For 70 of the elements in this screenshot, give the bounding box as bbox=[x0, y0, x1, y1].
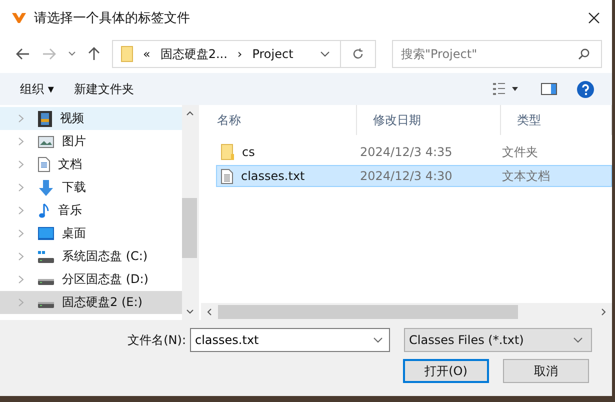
expand-chevron-icon[interactable] bbox=[18, 160, 24, 169]
refresh-icon[interactable] bbox=[352, 48, 364, 60]
file-type: 文件夹 bbox=[502, 144, 539, 160]
text-file-icon bbox=[221, 168, 233, 184]
preview-pane-icon[interactable] bbox=[541, 83, 557, 95]
help-icon[interactable] bbox=[577, 80, 594, 98]
document-icon bbox=[38, 157, 50, 172]
scroll-up-icon[interactable] bbox=[186, 111, 194, 116]
sidebar-item[interactable]: 音乐 bbox=[0, 199, 182, 222]
view-options-icon[interactable] bbox=[493, 83, 521, 95]
sidebar-item[interactable]: 固态硬盘2 (E:) bbox=[0, 291, 182, 314]
breadcrumb-item[interactable]: 固态硬盘2... bbox=[160, 46, 228, 62]
filename-label: 文件名(N): bbox=[128, 332, 186, 348]
down-arrow-icon bbox=[38, 180, 54, 196]
sidebar-item[interactable]: 下载 bbox=[0, 176, 182, 199]
chevron-down-icon[interactable] bbox=[68, 51, 76, 57]
scroll-right-icon[interactable] bbox=[601, 308, 606, 316]
image-icon bbox=[38, 136, 54, 148]
scroll-left-icon[interactable] bbox=[207, 308, 212, 316]
sidebar-item[interactable]: 文档 bbox=[0, 153, 182, 176]
search-field[interactable]: 搜索"Project" bbox=[392, 40, 602, 68]
column-header[interactable]: 类型 bbox=[501, 105, 612, 135]
breadcrumb-item[interactable]: › bbox=[237, 47, 242, 61]
file-name: classes.txt bbox=[241, 169, 305, 183]
sidebar-item[interactable]: 分区固态盘 (D:) bbox=[0, 268, 182, 291]
open-button[interactable]: 打开(O) bbox=[403, 359, 489, 383]
window-title: 请选择一个具体的标签文件 bbox=[34, 10, 191, 26]
sidebar-item[interactable]: 系统固态盘 (C:) bbox=[0, 245, 182, 268]
cancel-button[interactable]: 取消 bbox=[503, 359, 589, 383]
address-bar[interactable]: « 固态硬盘2... › Project bbox=[112, 40, 376, 68]
column-header[interactable]: 名称 bbox=[201, 105, 357, 135]
expand-chevron-icon[interactable] bbox=[18, 275, 24, 284]
filename-field[interactable]: classes.txt bbox=[190, 328, 390, 352]
sidebar-item[interactable]: 桌面 bbox=[0, 222, 182, 245]
chevron-down-icon[interactable] bbox=[373, 337, 383, 343]
vertical-scrollbar[interactable] bbox=[182, 105, 197, 320]
file-row[interactable]: cs 2024/12/3 4:35 文件夹 bbox=[216, 141, 612, 163]
expand-chevron-icon[interactable] bbox=[18, 252, 24, 261]
expand-chevron-icon[interactable] bbox=[18, 137, 24, 146]
app-logo-icon bbox=[12, 12, 26, 24]
breadcrumb-item[interactable]: Project bbox=[252, 47, 294, 61]
music-note-icon bbox=[38, 202, 50, 218]
expand-chevron-icon[interactable] bbox=[18, 206, 24, 215]
expand-chevron-icon[interactable] bbox=[18, 183, 24, 192]
film-icon bbox=[38, 110, 52, 126]
sidebar-item[interactable]: 图片 bbox=[0, 130, 182, 153]
file-name: cs bbox=[242, 145, 255, 159]
horizontal-scrollbar[interactable] bbox=[201, 303, 612, 320]
chevron-down-icon[interactable] bbox=[573, 337, 583, 343]
back-arrow-icon[interactable] bbox=[16, 48, 30, 60]
drive-icon bbox=[38, 250, 54, 262]
chevron-down-icon[interactable] bbox=[320, 51, 330, 57]
expand-chevron-icon[interactable] bbox=[18, 229, 24, 238]
file-type-dropdown[interactable]: Classes Files (*.txt) bbox=[404, 328, 592, 352]
file-date: 2024/12/3 4:35 bbox=[359, 145, 454, 159]
close-icon[interactable] bbox=[588, 12, 600, 24]
file-row[interactable]: classes.txt 2024/12/3 4:30 文本文档 bbox=[216, 165, 612, 187]
up-arrow-icon[interactable] bbox=[88, 47, 100, 61]
folder-icon bbox=[121, 46, 133, 62]
toolbar-button[interactable]: 新建文件夹 bbox=[74, 80, 134, 98]
desktop-icon bbox=[38, 227, 54, 240]
sidebar-item[interactable]: 视频 bbox=[0, 107, 182, 130]
column-header[interactable]: 修改日期 bbox=[357, 105, 501, 135]
folder-icon bbox=[221, 144, 234, 160]
search-icon bbox=[578, 48, 590, 60]
file-type: 文本文档 bbox=[502, 168, 551, 184]
scroll-down-icon[interactable] bbox=[186, 309, 194, 314]
file-date: 2024/12/3 4:30 bbox=[359, 169, 454, 183]
toolbar-button[interactable]: 组织 ▾ bbox=[20, 80, 54, 98]
breadcrumb-item[interactable]: « bbox=[143, 47, 150, 61]
